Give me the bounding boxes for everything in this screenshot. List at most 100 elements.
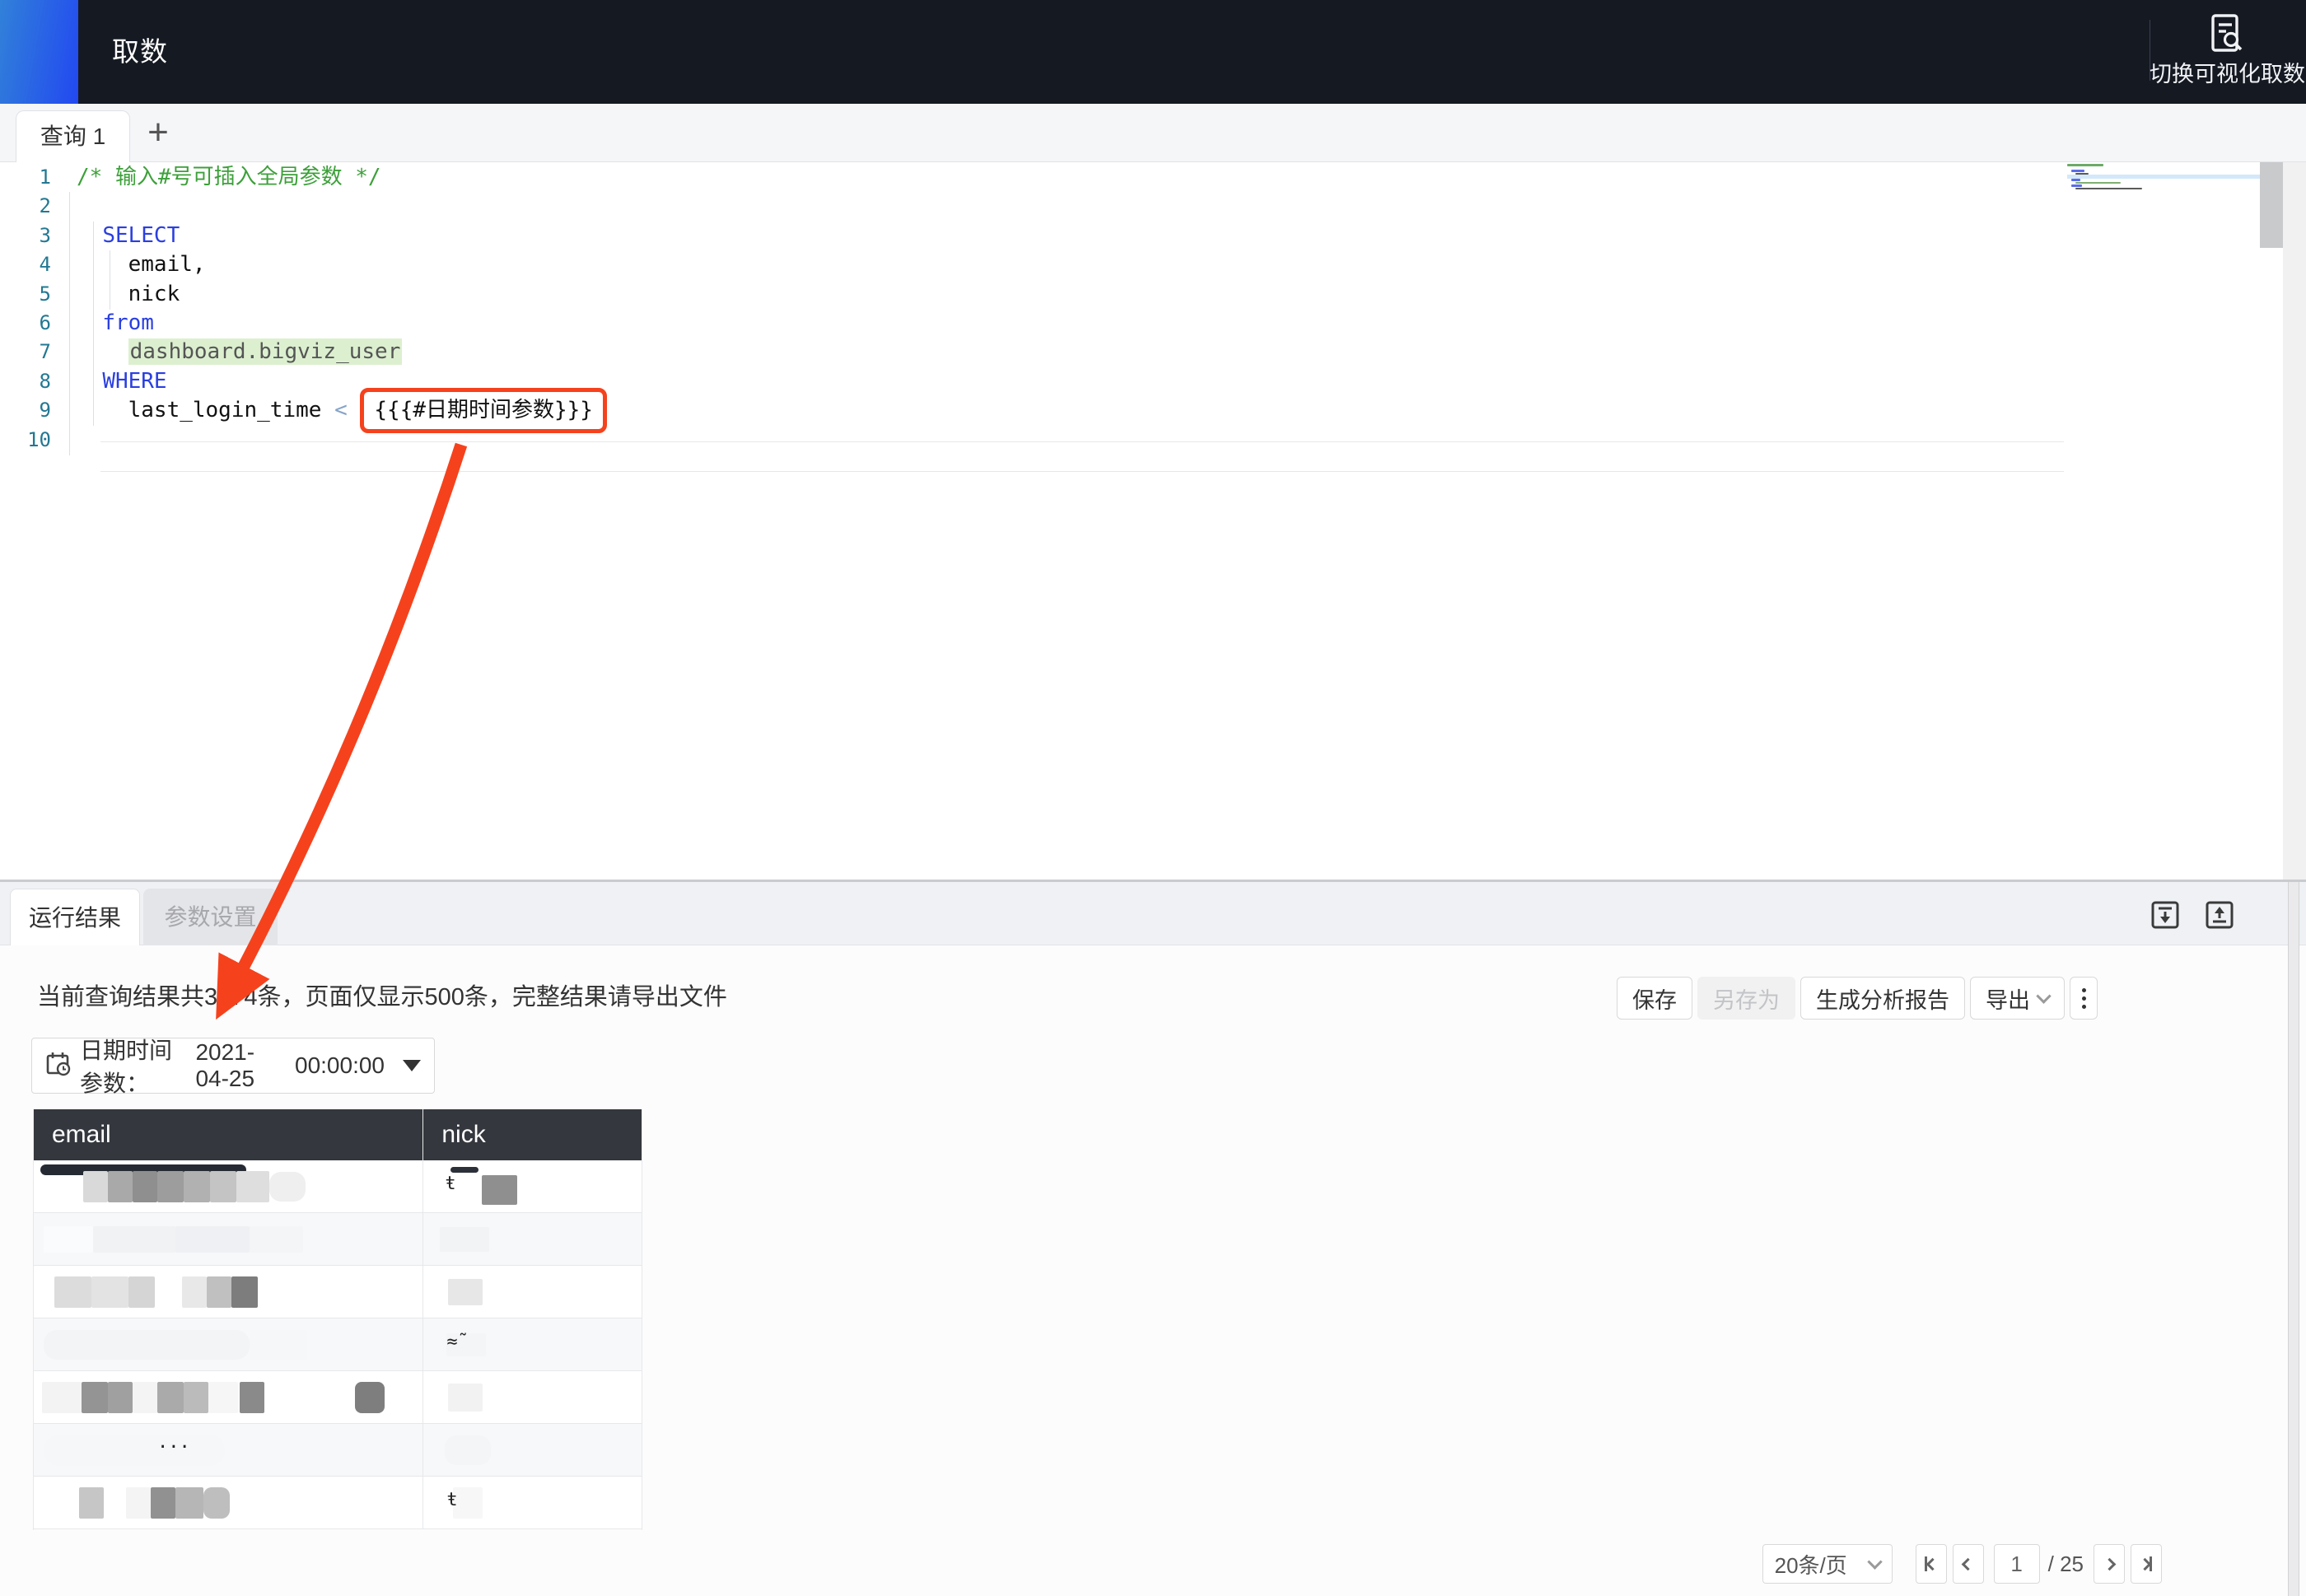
code-segment bbox=[77, 310, 102, 335]
minimap-line bbox=[2075, 188, 2142, 190]
redaction-block bbox=[250, 1226, 303, 1253]
page-size-select[interactable]: 20条/页 bbox=[1762, 1544, 1893, 1584]
table-row[interactable] bbox=[34, 1266, 642, 1318]
button-label: 导出 bbox=[1986, 982, 2030, 1015]
parameter-label: 日期时间参数： bbox=[80, 1033, 177, 1099]
add-tab-button[interactable]: + bbox=[138, 112, 178, 155]
cell-nick-redacted: ŧ bbox=[423, 1477, 642, 1528]
code-text: from bbox=[77, 309, 154, 338]
redaction-block bbox=[231, 1276, 258, 1308]
table-row[interactable]: ≈˜ bbox=[34, 1318, 642, 1371]
redaction-block bbox=[184, 1171, 210, 1202]
code-line: 3 SELECT bbox=[0, 222, 2059, 250]
redaction-block bbox=[453, 1487, 483, 1519]
page-size-label: 20条/页 bbox=[1775, 1549, 1847, 1580]
code-line: 10 bbox=[0, 426, 2059, 455]
query-tabbar: 查询 1 + bbox=[0, 104, 2306, 162]
chevron-right-icon bbox=[2103, 1557, 2116, 1570]
code-segment bbox=[77, 369, 102, 394]
cell-nick-redacted bbox=[423, 1213, 642, 1265]
switch-visual-mode-button[interactable]: 切换可视化取数 bbox=[2150, 10, 2303, 96]
more-actions-button[interactable] bbox=[2070, 977, 2098, 1020]
code-text: nick bbox=[77, 280, 180, 309]
export-button[interactable]: 导出 bbox=[1970, 977, 2065, 1020]
redaction-block bbox=[83, 1171, 108, 1202]
doc-search-icon bbox=[2150, 13, 2303, 54]
page-title: 取数 bbox=[112, 0, 168, 104]
cell-email-redacted bbox=[34, 1213, 423, 1265]
code-segment: last_login_time bbox=[77, 398, 334, 422]
code-line: 6 from bbox=[0, 309, 2059, 338]
redaction-block bbox=[175, 1487, 203, 1519]
chevron-left-icon bbox=[1962, 1557, 1975, 1570]
code-line: 4 email, bbox=[0, 250, 2059, 279]
cell-email-redacted bbox=[34, 1477, 423, 1528]
redaction-block bbox=[82, 1382, 108, 1413]
first-page-button[interactable] bbox=[1916, 1544, 1947, 1584]
datetime-parameter-control[interactable]: 日期时间参数： 2021-04-25 00:00:00 bbox=[31, 1038, 435, 1094]
line-number: 10 bbox=[0, 426, 51, 455]
redaction-block bbox=[448, 1384, 483, 1412]
redacted-text-remnant: ≈˜ bbox=[446, 1332, 469, 1352]
code-line: 5 nick bbox=[0, 280, 2059, 309]
code-line: 2 bbox=[0, 192, 2059, 221]
save-button[interactable]: 保存 bbox=[1617, 977, 1692, 1020]
tab-parameter-settings[interactable]: 参数设置 bbox=[143, 889, 278, 945]
redaction-block bbox=[128, 1276, 155, 1308]
tab-run-results[interactable]: 运行结果 bbox=[10, 889, 140, 945]
table-row[interactable] bbox=[34, 1371, 642, 1424]
minimap[interactable] bbox=[2067, 164, 2260, 263]
minimap-line bbox=[2071, 184, 2082, 187]
redaction-block bbox=[54, 1276, 91, 1308]
line-number: 8 bbox=[0, 367, 51, 396]
table-row[interactable]: ŧ bbox=[34, 1160, 642, 1213]
sql-editor[interactable]: 1/* 输入#号可插入全局参数 */23 SELECT4 email,5 nic… bbox=[0, 162, 2306, 883]
scrollbar[interactable] bbox=[2288, 882, 2299, 1596]
redacted-text-remnant: ··· bbox=[157, 1437, 190, 1458]
table-body: ŧ ≈˜ ··· ŧ bbox=[34, 1160, 642, 1529]
results-tabbar: 运行结果 参数设置 bbox=[0, 882, 2306, 945]
cell-nick-redacted bbox=[423, 1266, 642, 1318]
table-row[interactable] bbox=[34, 1213, 642, 1266]
minimap-line bbox=[2071, 179, 2080, 181]
code-segment: /* 输入#号可插入全局参数 */ bbox=[77, 165, 381, 189]
expand-panel-icon[interactable] bbox=[2206, 901, 2234, 929]
redaction-block bbox=[175, 1226, 250, 1253]
redaction-block bbox=[482, 1175, 517, 1205]
line-number: 6 bbox=[0, 309, 51, 338]
calendar-clock-icon bbox=[45, 1051, 72, 1081]
table-row[interactable]: ··· bbox=[34, 1424, 642, 1477]
collapse-panel-icon[interactable] bbox=[2151, 901, 2179, 929]
code-lines: 1/* 输入#号可插入全局参数 */23 SELECT4 email,5 nic… bbox=[0, 163, 2059, 455]
chevron-down-icon bbox=[1867, 1554, 1882, 1569]
code-text: /* 输入#号可插入全局参数 */ bbox=[77, 163, 381, 192]
button-label: 保存 bbox=[1632, 982, 1677, 1015]
code-segment: from bbox=[102, 310, 154, 335]
minimap-slider[interactable] bbox=[2260, 162, 2283, 248]
results-summary: 当前查询结果共3174条，页面仅显示500条，完整结果请导出文件 bbox=[37, 978, 727, 1012]
code-segment: dashboard.bigviz_user bbox=[128, 338, 403, 365]
code-segment: email, bbox=[77, 252, 206, 277]
save-as-button[interactable]: 另存为 bbox=[1697, 977, 1795, 1020]
table-row[interactable]: ŧ bbox=[34, 1477, 642, 1529]
redaction-block bbox=[208, 1382, 238, 1413]
app-window: 取数 切换可视化取数 查询 1 + bbox=[0, 0, 2306, 1596]
app-logo[interactable] bbox=[0, 0, 78, 104]
redaction-block bbox=[108, 1171, 133, 1202]
prev-page-button[interactable] bbox=[1953, 1544, 1984, 1584]
redaction-block bbox=[250, 1330, 307, 1360]
cell-email-redacted bbox=[34, 1160, 423, 1212]
generate-report-button[interactable]: 生成分析报告 bbox=[1800, 977, 1965, 1020]
redaction-block bbox=[450, 1167, 478, 1173]
code-segment: WHERE bbox=[102, 369, 166, 394]
page-number-input[interactable] bbox=[1994, 1544, 2040, 1584]
line-number: 4 bbox=[0, 250, 51, 279]
next-page-button[interactable] bbox=[2094, 1544, 2125, 1584]
highlighted-parameter: {{{#日期时间参数}}} bbox=[360, 388, 607, 433]
minimap-line bbox=[2071, 170, 2084, 172]
code-line: 8 WHERE bbox=[0, 367, 2059, 396]
last-page-button[interactable] bbox=[2131, 1544, 2162, 1584]
tab-query-1[interactable]: 查询 1 bbox=[16, 110, 130, 163]
redaction-block bbox=[108, 1382, 133, 1413]
code-text: dashboard.bigviz_user bbox=[77, 338, 402, 366]
